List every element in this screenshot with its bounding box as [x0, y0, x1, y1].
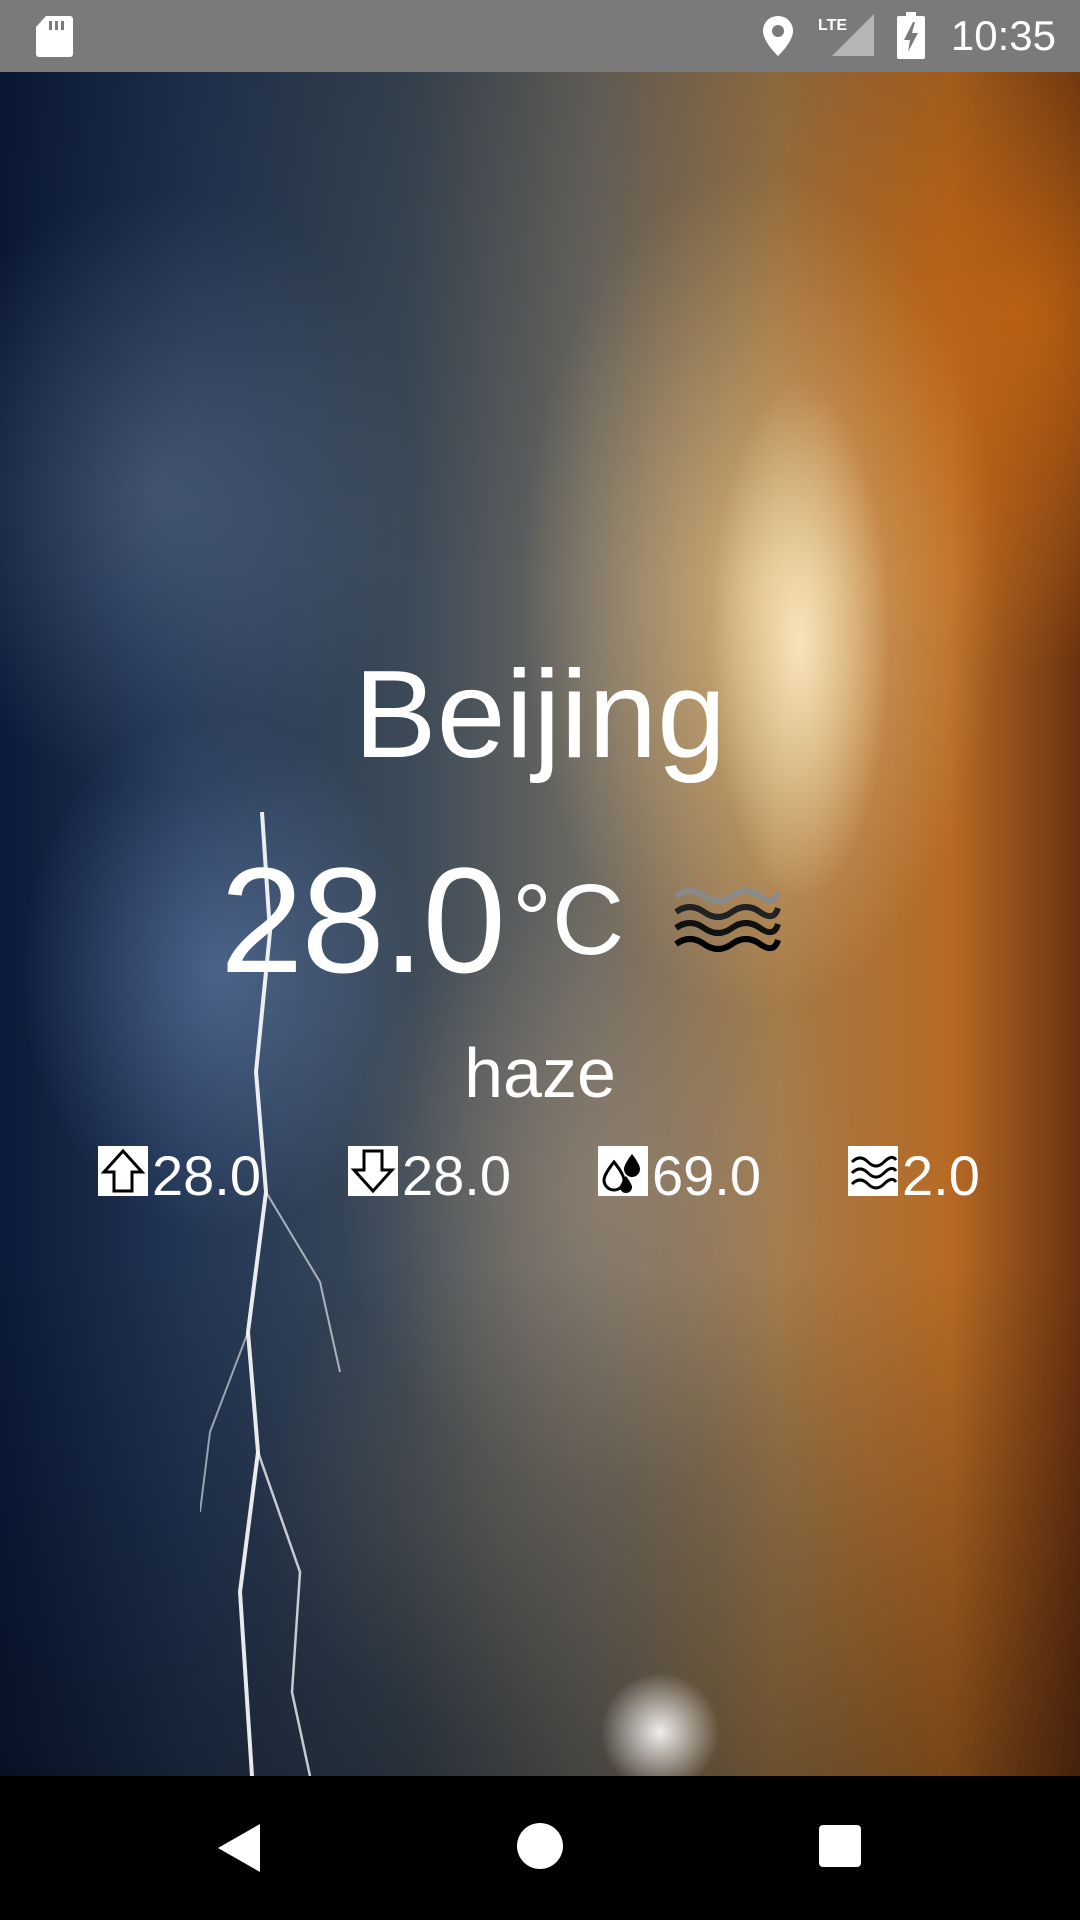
stat-temp-min: 28.0: [348, 1144, 511, 1216]
temperature-unit: °C: [511, 864, 625, 976]
svg-text:LTE: LTE: [818, 17, 847, 34]
humidity-drops-icon: [598, 1146, 648, 1196]
weather-screen: LTE 10:35 Beijing 28.0 °C haze 28.0 28.0…: [0, 0, 1080, 1920]
haze-icon: [674, 888, 782, 952]
wind-waves-icon: [848, 1146, 898, 1196]
stat-wind: 2.0: [848, 1144, 980, 1216]
stat-value: 2.0: [902, 1144, 980, 1207]
stat-value: 28.0: [152, 1144, 261, 1207]
navigation-bar: [0, 1776, 1080, 1920]
stat-temp-max: 28.0: [98, 1144, 261, 1216]
status-bar: LTE 10:35: [0, 0, 1080, 72]
recent-apps-icon[interactable]: [818, 1824, 862, 1868]
weather-stats-row: 28.0 28.0 69.0 2.0: [98, 1144, 998, 1216]
weather-condition: haze: [464, 1034, 616, 1112]
stat-value: 28.0: [402, 1144, 511, 1207]
stat-value: 69.0: [652, 1144, 761, 1207]
city-name: Beijing: [353, 646, 727, 784]
status-time: 10:35: [950, 12, 1056, 59]
lte-signal-icon: LTE: [818, 14, 874, 56]
stat-humidity: 69.0: [598, 1144, 761, 1216]
current-temperature: 28.0: [220, 836, 506, 1004]
location-icon: [763, 16, 793, 56]
home-icon[interactable]: [516, 1822, 564, 1870]
battery-charging-icon: [897, 12, 925, 59]
temperature-row: 28.0 °C: [220, 840, 782, 1000]
sd-card-icon: [36, 16, 73, 57]
temp-min-arrow-down-icon: [348, 1146, 398, 1196]
temp-max-arrow-up-icon: [98, 1146, 148, 1196]
back-icon[interactable]: [214, 1822, 262, 1874]
